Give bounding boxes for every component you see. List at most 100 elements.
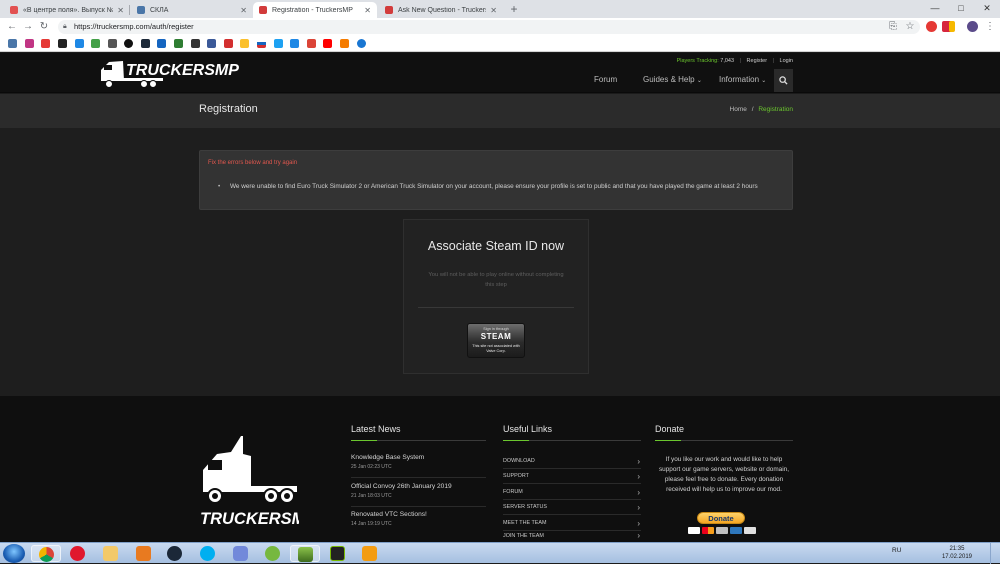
taskbar-skype[interactable] [193,545,223,562]
bookmark-icon[interactable] [340,39,349,48]
chevron-right-icon: › [637,503,640,512]
bookmark-gmail-icon[interactable] [307,39,316,48]
sign-in-through-steam-button[interactable]: Sign in through STEAM This site not asso… [467,323,525,358]
language-indicator[interactable]: RU [892,547,901,554]
paypal-donate-button[interactable]: Donate [697,512,745,524]
start-button[interactable] [3,544,25,563]
minimize-button[interactable]: — [922,0,948,16]
steam-button-logo-text: STEAM [480,332,512,341]
bookmark-vk-icon[interactable] [8,39,17,48]
bookmark-icon[interactable] [224,39,233,48]
link-label: DOWNLOAD [503,458,535,464]
news-title[interactable]: Knowledge Base System [351,454,486,461]
steam-button-disclaimer: This site not associated with Valve Corp… [472,344,520,353]
tab-ask-new-question[interactable]: Ask New Question - TruckersMP ✕ [379,2,503,18]
extension-icon[interactable] [949,21,955,32]
footer-link-meet-the-team[interactable]: MEET THE TEAM › [503,516,641,531]
bookmark-twitter-icon[interactable] [274,39,283,48]
footer-link-download[interactable]: DOWNLOAD › [503,454,641,469]
taskbar-nvidia[interactable] [323,545,353,562]
bookmark-icon[interactable] [41,39,50,48]
taskbar-opera[interactable] [63,545,93,562]
search-button[interactable] [774,69,793,92]
news-title[interactable]: Renovated VTC Sections! [351,511,486,518]
bookmark-icon[interactable] [191,39,200,48]
breadcrumb-home[interactable]: Home [730,106,747,113]
site-footer: TRUCKERSMP Latest News Knowledge Base Sy… [0,396,1000,542]
steam-note: You will not be able to play online with… [428,272,564,288]
tab-v-centre-polya[interactable]: «В центре поля». Выпуск №23 ( ✕ [4,2,130,18]
address-bar[interactable]: 🔒︎ https://truckersmp.com/auth/register [58,20,920,34]
bookmark-icon[interactable] [75,39,84,48]
adblock-extension-icon[interactable] [926,21,937,32]
tab-skla[interactable]: СКЛА ✕ [131,2,253,18]
bookmark-icon[interactable] [124,39,133,48]
nav-information[interactable]: Information ⌄ [719,75,766,84]
bookmark-youtube-icon[interactable] [323,39,332,48]
link-label: MEET THE TEAM [503,520,547,526]
news-date: 21 Jan 18:03 UTC [351,493,392,499]
nav-guides-help[interactable]: Guides & Help ⌄ [643,75,702,84]
bookmark-star-icon[interactable]: ☆ [903,20,917,34]
system-tray: RU 21:35 17.02.2019 [890,543,1000,564]
reload-icon[interactable]: ↻ [37,20,51,34]
footer-link-forum[interactable]: FORUM › [503,485,641,500]
truckersmp-logo[interactable]: TRUCKERSMP [99,57,241,91]
latest-news-heading: Latest News [351,424,401,434]
tab-title: «В центре поля». Выпуск №23 ( [23,6,114,14]
nav-forum[interactable]: Forum [594,75,617,84]
taskbar-discord[interactable] [226,545,256,562]
app-icon [362,546,377,561]
lock-icon: 🔒︎ [63,23,67,30]
back-arrow-icon[interactable]: ← [5,20,19,34]
menu-dots-icon[interactable]: ⋮ [983,20,997,34]
close-tab-icon[interactable]: ✕ [117,6,124,15]
login-link[interactable]: Login [780,58,793,64]
bookmark-facebook-icon[interactable] [207,39,216,48]
taskbar-media-player[interactable] [129,545,159,562]
close-window-button[interactable]: ✕ [974,0,1000,16]
news-item[interactable]: Knowledge Base System 25 Jan 02:23 UTC [351,454,486,470]
bookmark-icon[interactable] [108,39,117,48]
news-item[interactable]: Official Convoy 26th January 2019 21 Jan… [351,483,486,499]
close-tab-icon[interactable]: ✕ [240,6,247,15]
bookmark-icon[interactable] [157,39,166,48]
bookmark-steam-icon[interactable] [141,39,150,48]
tab-title: Registration - TruckersMP [272,6,353,14]
clock[interactable]: 21:35 17.02.2019 [942,545,972,561]
footer-link-server-status[interactable]: SERVER STATUS › [503,500,641,515]
tab-registration-truckersmp[interactable]: Registration - TruckersMP ✕ [253,2,377,18]
footer-link-support[interactable]: SUPPORT › [503,469,641,484]
link-label: SERVER STATUS [503,504,548,510]
nav-guides-label: Guides & Help [643,75,695,84]
close-tab-icon[interactable]: ✕ [490,6,497,15]
tab-title: Ask New Question - TruckersMP [398,6,486,14]
taskbar-chrome[interactable] [31,545,61,562]
register-link[interactable]: Register [747,58,767,64]
forward-arrow-icon[interactable]: → [21,20,35,34]
close-tab-icon[interactable]: ✕ [364,6,371,15]
taskbar-app[interactable] [290,545,320,562]
bookmark-icon[interactable] [240,39,249,48]
bookmark-instagram-icon[interactable] [25,39,34,48]
bookmark-icon[interactable] [290,39,299,48]
error-alert: Fix the errors below and try again We we… [199,150,793,210]
maximize-button[interactable]: □ [948,0,974,16]
show-desktop-button[interactable] [990,543,1000,564]
profile-avatar-icon[interactable] [967,21,978,32]
taskbar-app[interactable] [355,545,385,562]
bookmark-icon[interactable] [357,39,366,48]
bookmark-icon[interactable] [91,39,100,48]
footer-link-join-the-team[interactable]: JOIN THE TEAM › [503,531,641,542]
taskbar-explorer[interactable] [96,545,126,562]
bookmark-icon[interactable] [257,39,266,48]
taskbar-steam[interactable] [160,545,190,562]
taskbar-utorrent[interactable] [258,545,288,562]
news-item[interactable]: Renovated VTC Sections! 14 Jan 19:19 UTC [351,511,486,527]
news-title[interactable]: Official Convoy 26th January 2019 [351,483,486,490]
bookmark-icon[interactable] [174,39,183,48]
translate-icon[interactable]: ⎘ [886,20,900,34]
new-tab-button[interactable]: + [507,3,521,17]
bookmark-icon[interactable] [58,39,67,48]
page-title-band: Registration Home / Registration [0,94,1000,128]
